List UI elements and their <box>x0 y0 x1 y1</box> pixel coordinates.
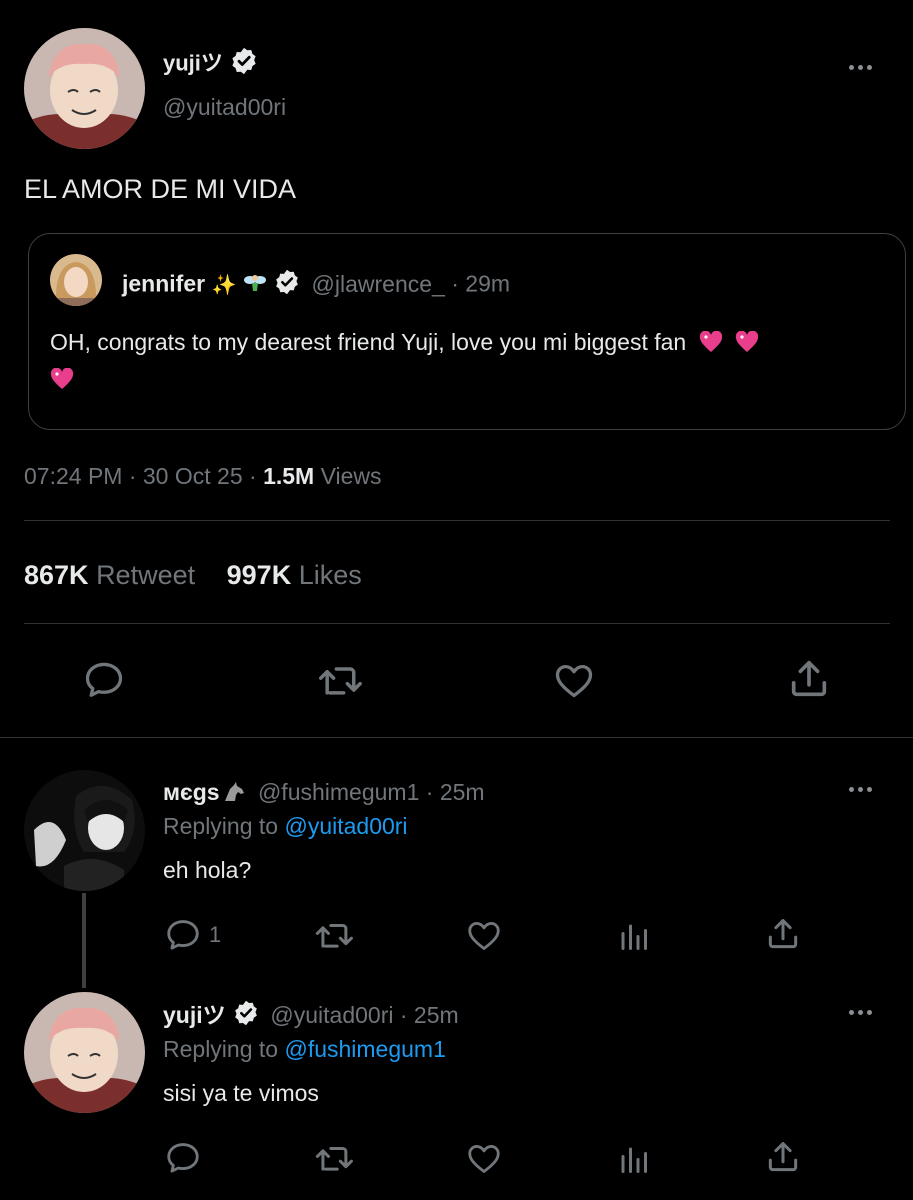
retweets-count: 867K <box>24 560 89 590</box>
reply-author-name[interactable]: yujiツ <box>163 1002 226 1028</box>
reply-text: eh hola? <box>163 857 252 883</box>
tweet-text: EL AMOR DE MI VIDA <box>24 174 297 204</box>
retweet-icon[interactable] <box>311 916 357 954</box>
like-icon[interactable] <box>464 916 504 954</box>
replying-to-label: Replying to <box>163 1036 279 1062</box>
replying-to-link[interactable]: @yuitad00ri <box>284 813 407 839</box>
more-options-icon[interactable] <box>849 1010 872 1015</box>
reply-avatar[interactable] <box>24 770 145 891</box>
reply-icon <box>163 916 203 954</box>
retweets-stat[interactable]: 867K Retweet <box>24 560 203 590</box>
share-icon[interactable] <box>786 656 832 702</box>
reply-time: · 25m <box>425 779 485 805</box>
replying-to-link[interactable]: @fushimegum1 <box>284 1036 445 1062</box>
retweet-icon[interactable] <box>314 658 366 702</box>
quoted-author-handle[interactable]: @jlawrence_ <box>312 271 445 297</box>
retweet-icon[interactable] <box>311 1139 357 1177</box>
likes-stat[interactable]: 997K Likes <box>227 560 362 590</box>
like-icon[interactable] <box>464 1139 504 1177</box>
author-name[interactable]: yujiツ <box>163 50 223 75</box>
divider <box>24 623 890 624</box>
sparkling-heart-emoji <box>50 365 74 399</box>
views-label: Views <box>320 463 382 489</box>
sparkling-heart-emoji <box>699 328 723 362</box>
more-options-icon[interactable] <box>849 787 872 792</box>
author-avatar[interactable] <box>24 28 145 149</box>
verified-badge-icon <box>232 999 260 1035</box>
quoted-verified-badge-icon <box>273 268 301 303</box>
reply-action[interactable]: 1 <box>163 916 221 954</box>
likes-count: 997K <box>226 560 292 590</box>
more-options-icon[interactable] <box>849 65 872 70</box>
sparkles-emoji: ✨ <box>211 274 237 297</box>
quoted-tweet-time: · 29m <box>451 270 511 297</box>
reply-avatar[interactable] <box>24 992 145 1113</box>
fairy-emoji-icon <box>243 271 267 302</box>
share-icon[interactable] <box>764 1137 802 1177</box>
quoted-author-name[interactable]: jennifer <box>122 271 205 297</box>
reply-icon[interactable] <box>163 1139 203 1177</box>
reply-text: sisi ya te vimos <box>163 1080 319 1106</box>
like-icon[interactable] <box>551 658 597 702</box>
replying-to-label: Replying to <box>163 813 279 839</box>
reply-count: 1 <box>209 922 222 947</box>
thread-line <box>82 893 86 988</box>
divider <box>0 737 913 738</box>
quoted-author-avatar[interactable] <box>50 254 102 306</box>
retweets-label: Retweet <box>96 560 196 590</box>
horse-emoji-icon <box>222 779 246 811</box>
analytics-icon[interactable] <box>617 1139 653 1177</box>
analytics-icon[interactable] <box>617 916 653 954</box>
share-icon[interactable] <box>764 914 802 954</box>
views-count: 1.5M <box>263 463 315 489</box>
author-handle[interactable]: @yuitad00ri <box>163 93 286 121</box>
divider <box>24 520 890 521</box>
reply-author-name[interactable]: мєgs <box>163 779 220 805</box>
quoted-tweet-text: OH, congrats to my dearest friend Yuji, … <box>50 329 687 355</box>
likes-label: Likes <box>298 560 362 590</box>
verified-badge-icon <box>229 46 259 83</box>
reply-time: · 25m <box>399 1002 459 1029</box>
reply-icon[interactable] <box>81 658 127 702</box>
reply-author-handle[interactable]: @fushimegum1 <box>258 779 419 805</box>
tweet-timestamp[interactable]: 07:24 PM · 30 Oct 25 <box>24 463 243 489</box>
sparkling-heart-emoji <box>735 328 759 362</box>
reply-author-handle[interactable]: @yuitad00ri <box>270 1002 393 1028</box>
